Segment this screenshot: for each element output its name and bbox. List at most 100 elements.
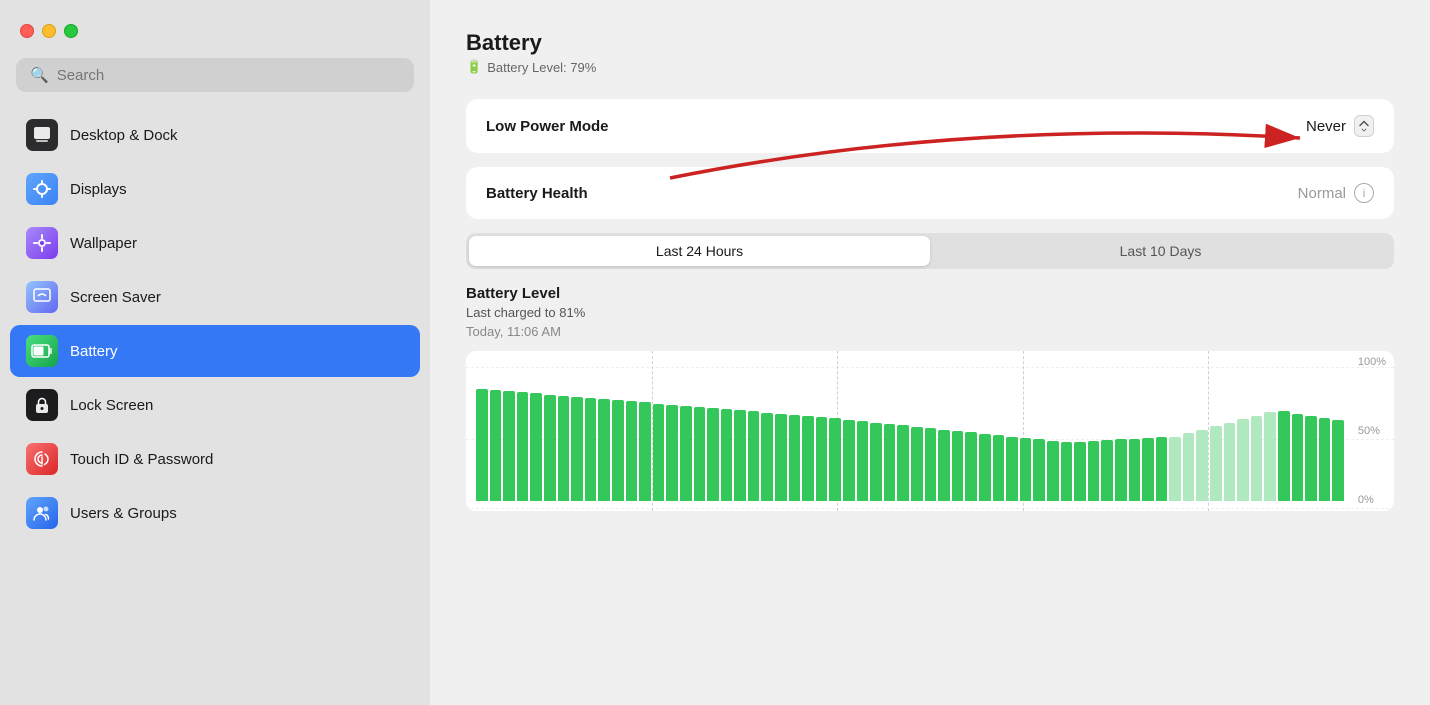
battery-inline-icon: 🔋 bbox=[466, 59, 482, 75]
chart-bar bbox=[490, 390, 502, 501]
chart-bar bbox=[1237, 419, 1249, 501]
segment-last-10-days[interactable]: Last 10 Days bbox=[930, 236, 1391, 266]
sidebar-item-label: Screen Saver bbox=[70, 289, 161, 306]
chart-bar bbox=[1020, 438, 1032, 501]
battery-health-row: Battery Health Normal i bbox=[466, 167, 1394, 219]
chart-bar bbox=[843, 420, 855, 501]
chart-bar bbox=[993, 435, 1005, 501]
chart-bar bbox=[544, 395, 556, 501]
sidebar-item-label: Touch ID & Password bbox=[70, 451, 213, 468]
maximize-button[interactable] bbox=[64, 24, 78, 38]
chart-bar bbox=[639, 402, 651, 501]
sidebar: 🔍 Desktop & Dock bbox=[0, 0, 430, 705]
chart-bar bbox=[775, 414, 787, 501]
battery-level-chart: 100% 50% 0% bbox=[466, 351, 1394, 511]
sidebar-item-wallpaper[interactable]: Wallpaper bbox=[10, 217, 420, 269]
y-label-100: 100% bbox=[1358, 356, 1386, 368]
chart-bar bbox=[626, 401, 638, 501]
chart-bar bbox=[1169, 437, 1181, 501]
chart-bar bbox=[598, 399, 610, 501]
chart-bar bbox=[857, 421, 869, 501]
displays-icon bbox=[26, 173, 58, 205]
chart-title: Battery Level bbox=[466, 285, 1394, 302]
chart-bar bbox=[558, 396, 570, 501]
lock-screen-icon bbox=[26, 389, 58, 421]
desktop-dock-icon bbox=[26, 119, 58, 151]
chart-bar bbox=[1074, 442, 1086, 502]
chart-bar bbox=[1264, 412, 1276, 501]
battery-health-card: Battery Health Normal i bbox=[466, 167, 1394, 219]
chart-bar bbox=[476, 389, 488, 501]
sidebar-item-screen-saver[interactable]: Screen Saver bbox=[10, 271, 420, 323]
chart-bar bbox=[1332, 420, 1344, 501]
wallpaper-icon bbox=[26, 227, 58, 259]
chart-section: Battery Level Last charged to 81% Today,… bbox=[466, 285, 1394, 511]
chart-bar bbox=[1142, 438, 1154, 501]
sidebar-item-battery[interactable]: Battery bbox=[10, 325, 420, 377]
sidebar-item-label: Battery bbox=[70, 343, 118, 360]
segment-last-24-hours[interactable]: Last 24 Hours bbox=[469, 236, 930, 266]
search-input[interactable] bbox=[57, 67, 400, 84]
chart-bar bbox=[884, 424, 896, 501]
search-bar[interactable]: 🔍 bbox=[16, 58, 414, 92]
chart-y-labels: 100% 50% 0% bbox=[1358, 351, 1386, 511]
chart-bar bbox=[571, 397, 583, 501]
chart-bar bbox=[1061, 442, 1073, 501]
sidebar-item-users-groups[interactable]: Users & Groups bbox=[10, 487, 420, 539]
chart-bar bbox=[530, 393, 542, 501]
chart-bar bbox=[1224, 423, 1236, 501]
chart-bar bbox=[952, 431, 964, 501]
chart-bar bbox=[925, 428, 937, 501]
chart-bar bbox=[965, 432, 977, 501]
chart-bar bbox=[1156, 437, 1168, 501]
chart-bar bbox=[789, 415, 801, 501]
sidebar-item-displays[interactable]: Displays bbox=[10, 163, 420, 215]
low-power-mode-value: Never bbox=[1306, 118, 1346, 135]
low-power-mode-stepper[interactable] bbox=[1354, 115, 1374, 137]
chart-bar bbox=[1278, 411, 1290, 501]
chart-bar bbox=[1088, 441, 1100, 501]
chart-bar bbox=[1183, 433, 1195, 501]
sidebar-item-label: Desktop & Dock bbox=[70, 127, 178, 144]
chart-bar bbox=[1006, 437, 1018, 501]
time-range-segmented-control[interactable]: Last 24 Hours Last 10 Days bbox=[466, 233, 1394, 269]
screen-saver-icon bbox=[26, 281, 58, 313]
chart-bar bbox=[707, 408, 719, 501]
chart-bar bbox=[938, 430, 950, 501]
page-header: Battery 🔋 Battery Level: 79% bbox=[466, 30, 1394, 75]
chart-bar bbox=[734, 410, 746, 501]
battery-health-info-button[interactable]: i bbox=[1354, 183, 1374, 203]
chart-bar bbox=[802, 416, 814, 501]
chart-bar bbox=[1251, 416, 1263, 501]
low-power-mode-row: Low Power Mode Never bbox=[466, 99, 1394, 153]
chart-bar bbox=[585, 398, 597, 501]
chart-bar bbox=[748, 411, 760, 501]
chart-bar bbox=[1196, 430, 1208, 501]
chart-bar bbox=[680, 406, 692, 501]
sidebar-item-desktop-dock[interactable]: Desktop & Dock bbox=[10, 109, 420, 161]
chart-bar bbox=[1115, 439, 1127, 501]
users-groups-icon bbox=[26, 497, 58, 529]
chart-bar bbox=[666, 405, 678, 501]
close-button[interactable] bbox=[20, 24, 34, 38]
chart-bar bbox=[1047, 441, 1059, 501]
page-subtitle: 🔋 Battery Level: 79% bbox=[466, 59, 1394, 75]
battery-icon bbox=[26, 335, 58, 367]
touch-id-icon bbox=[26, 443, 58, 475]
chart-bar bbox=[1129, 439, 1141, 501]
battery-health-label: Battery Health bbox=[486, 185, 588, 202]
sidebar-item-lock-screen[interactable]: Lock Screen bbox=[10, 379, 420, 431]
low-power-mode-value-group: Never bbox=[1306, 115, 1374, 137]
chart-bar bbox=[816, 417, 828, 501]
chart-bar bbox=[503, 391, 515, 501]
chart-bar bbox=[1101, 440, 1113, 501]
chart-bar bbox=[694, 407, 706, 501]
chart-bar bbox=[979, 434, 991, 501]
sidebar-items-list: Desktop & Dock Displays bbox=[0, 108, 430, 705]
chart-bar bbox=[653, 404, 665, 501]
sidebar-item-touch-id[interactable]: Touch ID & Password bbox=[10, 433, 420, 485]
chart-bar bbox=[829, 418, 841, 501]
charge-info: Last charged to 81% bbox=[466, 305, 1394, 320]
minimize-button[interactable] bbox=[42, 24, 56, 38]
chart-bars bbox=[476, 361, 1344, 501]
